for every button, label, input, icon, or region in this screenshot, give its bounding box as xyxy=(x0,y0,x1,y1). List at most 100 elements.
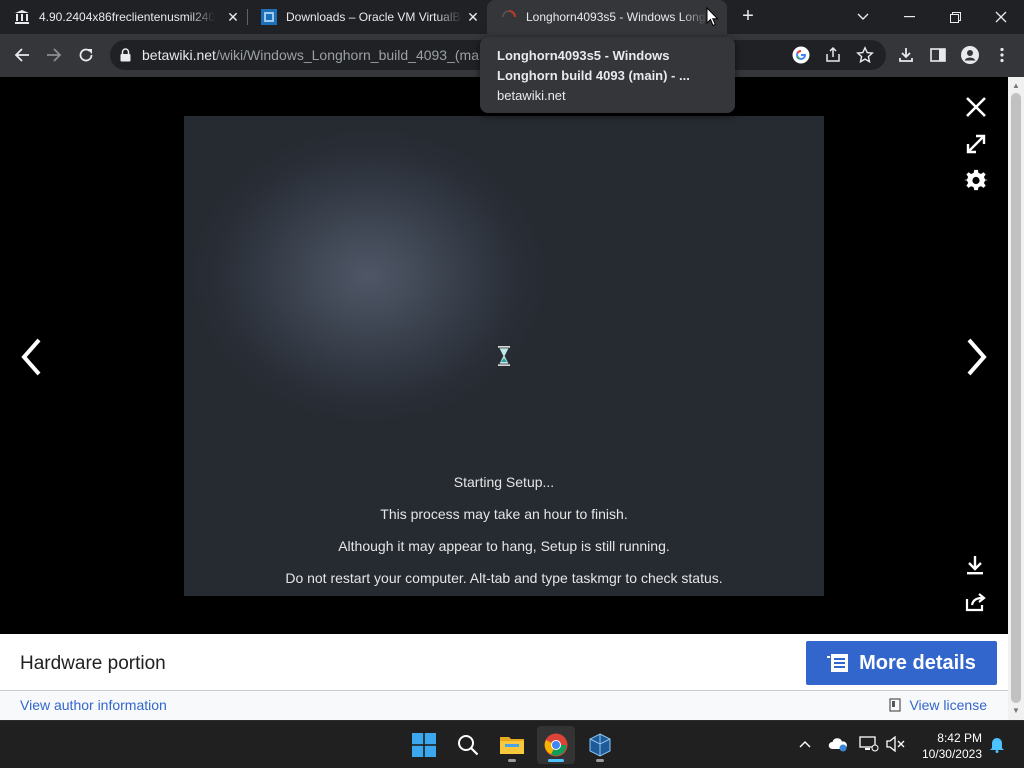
page-scrollbar[interactable]: ▲ ▼ xyxy=(1008,77,1024,720)
download-image-button[interactable] xyxy=(960,550,990,580)
share-image-button[interactable] xyxy=(961,587,991,617)
taskbar-file-explorer[interactable] xyxy=(493,726,531,764)
license-icon xyxy=(889,698,902,712)
chevron-down-icon xyxy=(857,13,869,20)
panel-footer: View author information View license xyxy=(0,691,1008,720)
url-text: betawiki.net/wiki/Windows_Longhorn_build… xyxy=(142,47,482,63)
taskbar-virtualbox[interactable] xyxy=(581,726,619,764)
side-panel-icon xyxy=(930,48,946,62)
close-tab-icon[interactable]: ✕ xyxy=(465,9,481,25)
start-button[interactable] xyxy=(405,726,443,764)
chrome-icon xyxy=(544,733,568,757)
side-panel-button[interactable] xyxy=(924,41,952,69)
search-icon xyxy=(458,735,479,756)
mouse-cursor-icon xyxy=(706,7,719,27)
hourglass-icon xyxy=(498,346,510,366)
cloud-icon xyxy=(828,738,847,752)
archive-icon xyxy=(14,9,30,25)
clock-time: 8:42 PM xyxy=(937,731,982,745)
reload-button[interactable] xyxy=(72,41,100,69)
tab-strip: 4.90.2404x86freclientenusmil2404 ✕ Downl… xyxy=(0,0,1024,34)
volume-tray-button[interactable] xyxy=(885,733,907,755)
google-lens-icon[interactable] xyxy=(792,46,810,64)
network-tray-button[interactable] xyxy=(858,733,880,755)
bookmark-star-icon[interactable] xyxy=(856,46,874,64)
tab-title: Longhorn4093s5 - Windows Longhorn xyxy=(526,10,708,24)
taskbar-clock[interactable]: 8:42 PM 10/30/2023 xyxy=(908,730,982,762)
active-indicator xyxy=(548,759,564,762)
back-button[interactable] xyxy=(8,41,36,69)
image-info-panel: Hardware portion More details View autho… xyxy=(0,634,1008,720)
virtualbox-icon xyxy=(589,733,611,757)
restore-icon xyxy=(949,11,961,23)
scrollbar-thumb[interactable] xyxy=(1011,93,1021,703)
hover-card-domain: betawiki.net xyxy=(497,88,566,103)
chevron-left-icon xyxy=(21,338,41,376)
expand-icon xyxy=(966,134,986,154)
next-image-button[interactable] xyxy=(962,335,992,379)
chevron-right-icon xyxy=(967,338,987,376)
chevron-up-icon xyxy=(799,741,811,748)
restore-button[interactable] xyxy=(932,0,978,34)
download-icon xyxy=(899,48,913,62)
setup-line: Do not restart your computer. Alt-tab an… xyxy=(285,570,723,586)
tab-archive[interactable]: 4.90.2404x86freclientenusmil2404 ✕ xyxy=(0,0,247,34)
more-vertical-icon xyxy=(1000,47,1004,63)
onedrive-tray-button[interactable] xyxy=(827,733,849,755)
close-icon xyxy=(966,97,986,117)
start-icon xyxy=(412,733,436,757)
view-author-link[interactable]: View author information xyxy=(20,697,167,713)
forward-button[interactable] xyxy=(40,41,68,69)
setup-screenshot[interactable]: Starting Setup... This process may take … xyxy=(184,116,824,596)
minimize-button[interactable] xyxy=(886,0,932,34)
fullscreen-button[interactable] xyxy=(961,129,991,159)
taskbar-chrome[interactable] xyxy=(537,726,575,764)
tab-longhorn[interactable]: Longhorn4093s5 - Windows Longhorn xyxy=(487,0,727,34)
network-icon xyxy=(859,736,879,752)
close-tab-icon[interactable]: ✕ xyxy=(225,9,241,25)
url-path: /wiki/Windows_Longhorn_build_4093_(main) xyxy=(215,47,482,63)
virtualbox-icon xyxy=(261,9,277,25)
document-icon xyxy=(827,654,849,672)
speaker-muted-icon xyxy=(886,736,905,752)
reload-icon xyxy=(79,48,93,62)
scroll-down-icon[interactable]: ▼ xyxy=(1008,704,1024,718)
close-window-button[interactable] xyxy=(978,0,1024,34)
setup-line: Although it may appear to hang, Setup is… xyxy=(338,538,670,554)
downloads-button[interactable] xyxy=(892,41,920,69)
close-viewer-button[interactable] xyxy=(961,92,991,122)
arrow-left-icon xyxy=(14,48,29,62)
lock-icon[interactable] xyxy=(120,48,131,62)
tab-search-button[interactable] xyxy=(840,0,886,34)
running-indicator xyxy=(596,759,604,762)
previous-image-button[interactable] xyxy=(16,335,46,379)
taskbar-search-button[interactable] xyxy=(449,726,487,764)
notifications-button[interactable] xyxy=(986,733,1008,755)
settings-button[interactable] xyxy=(961,166,991,196)
image-caption: Hardware portion xyxy=(20,653,166,674)
more-details-button[interactable]: More details xyxy=(806,641,997,685)
arrow-right-icon xyxy=(47,48,62,62)
menu-button[interactable] xyxy=(988,41,1016,69)
tab-title: Downloads – Oracle VM VirtualBox xyxy=(286,10,462,24)
download-icon xyxy=(967,556,983,575)
profile-button[interactable] xyxy=(956,41,984,69)
tab-hover-card: Longhorn4093s5 - Windows Longhorn build … xyxy=(480,37,735,113)
loading-icon xyxy=(501,9,517,25)
view-license-link[interactable]: View license xyxy=(889,697,987,713)
media-viewer: Starting Setup... This process may take … xyxy=(0,77,1008,634)
hover-card-title: Longhorn4093s5 - Windows Longhorn build … xyxy=(497,48,690,83)
show-hidden-icons-button[interactable] xyxy=(794,733,816,755)
tab-downloads[interactable]: Downloads – Oracle VM VirtualBox ✕ xyxy=(247,0,487,34)
minimize-icon xyxy=(903,16,915,18)
url-host: betawiki.net xyxy=(142,47,216,63)
scroll-up-icon[interactable]: ▲ xyxy=(1008,79,1024,93)
share-icon[interactable] xyxy=(824,46,842,64)
share-icon xyxy=(965,593,986,612)
view-license-label: View license xyxy=(909,697,987,713)
more-details-label: More details xyxy=(859,651,976,674)
tab-title: 4.90.2404x86freclientenusmil2404 xyxy=(39,10,215,24)
new-tab-button[interactable]: + xyxy=(737,6,759,28)
windows-taskbar: 8:42 PM 10/30/2023 xyxy=(0,720,1024,768)
screen: 4.90.2404x86freclientenusmil2404 ✕ Downl… xyxy=(0,0,1024,768)
